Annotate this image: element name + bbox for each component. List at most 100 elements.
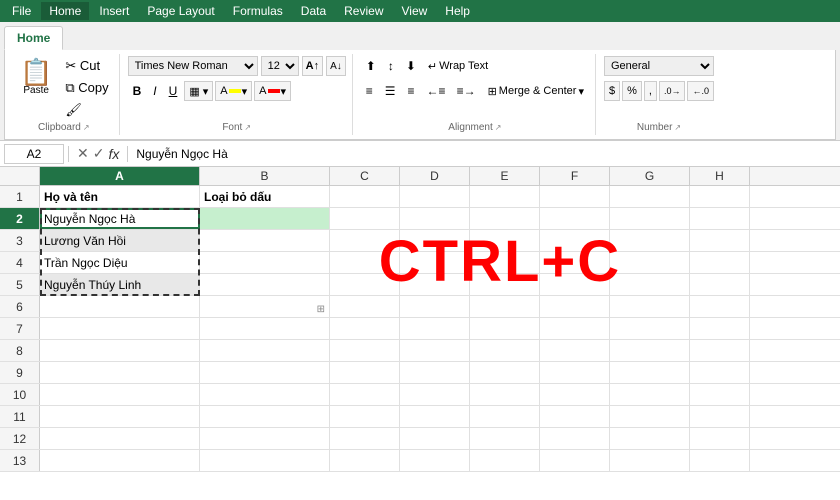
col-header-e[interactable]: E (470, 167, 540, 185)
font-expand-icon[interactable]: ↗ (244, 123, 251, 132)
row-header-6[interactable]: 6 (0, 296, 40, 317)
tab-home[interactable]: Home (4, 26, 63, 50)
underline-button[interactable]: U (164, 81, 183, 101)
cell-f10[interactable] (540, 384, 610, 405)
menu-help[interactable]: Help (437, 2, 478, 20)
col-header-b[interactable]: B (200, 167, 330, 185)
cell-c12[interactable] (330, 428, 400, 449)
cell-a4[interactable]: Trần Ngọc Diệu (40, 252, 200, 273)
cell-d7[interactable] (400, 318, 470, 339)
cell-a5[interactable]: Nguyễn Thúy Linh (40, 274, 200, 295)
cell-d2[interactable] (400, 208, 470, 229)
cell-g4[interactable] (610, 252, 690, 273)
cell-c7[interactable] (330, 318, 400, 339)
cell-c11[interactable] (330, 406, 400, 427)
cell-d12[interactable] (400, 428, 470, 449)
cell-h12[interactable] (690, 428, 750, 449)
cell-f4[interactable] (540, 252, 610, 273)
cell-c5[interactable] (330, 274, 400, 295)
font-size-select[interactable]: 12 (261, 56, 299, 76)
bold-button[interactable]: B (128, 81, 147, 101)
cell-b7[interactable] (200, 318, 330, 339)
cell-c3[interactable] (330, 230, 400, 251)
col-header-g[interactable]: G (610, 167, 690, 185)
row-header-1[interactable]: 1 (0, 186, 40, 207)
align-center-button[interactable]: ☰ (380, 81, 401, 101)
cell-e7[interactable] (470, 318, 540, 339)
cell-c9[interactable] (330, 362, 400, 383)
row-header-11[interactable]: 11 (0, 406, 40, 427)
cell-h3[interactable] (690, 230, 750, 251)
menu-review[interactable]: Review (336, 2, 391, 20)
cell-c4[interactable] (330, 252, 400, 273)
cell-d11[interactable] (400, 406, 470, 427)
cell-f1[interactable] (540, 186, 610, 207)
cell-c10[interactable] (330, 384, 400, 405)
cell-d5[interactable] (400, 274, 470, 295)
align-middle-button[interactable]: ↕ (383, 56, 399, 76)
menu-insert[interactable]: Insert (91, 2, 137, 20)
cell-a3[interactable]: Lương Văn Hồi (40, 230, 200, 251)
comma-button[interactable]: , (644, 81, 657, 101)
cell-b13[interactable] (200, 450, 330, 471)
formula-input[interactable] (132, 145, 836, 163)
cell-h7[interactable] (690, 318, 750, 339)
cell-d13[interactable] (400, 450, 470, 471)
row-header-5[interactable]: 5 (0, 274, 40, 295)
align-right-button[interactable]: ≡ (403, 81, 420, 101)
cell-b11[interactable] (200, 406, 330, 427)
row-header-4[interactable]: 4 (0, 252, 40, 273)
cell-h8[interactable] (690, 340, 750, 361)
cell-b9[interactable] (200, 362, 330, 383)
row-header-10[interactable]: 10 (0, 384, 40, 405)
align-top-button[interactable]: ⬆ (361, 56, 381, 76)
cell-h1[interactable] (690, 186, 750, 207)
cell-d4[interactable] (400, 252, 470, 273)
cell-d9[interactable] (400, 362, 470, 383)
row-header-8[interactable]: 8 (0, 340, 40, 361)
cell-a12[interactable] (40, 428, 200, 449)
cell-h5[interactable] (690, 274, 750, 295)
cell-f2[interactable] (540, 208, 610, 229)
row-header-2[interactable]: 2 (0, 208, 40, 229)
menu-data[interactable]: Data (293, 2, 334, 20)
cell-e12[interactable] (470, 428, 540, 449)
border-button[interactable]: ▦ ▾ (184, 81, 213, 101)
increase-indent-button[interactable]: ≡→ (452, 81, 481, 101)
dollar-button[interactable]: $ (604, 81, 620, 101)
cell-d3[interactable] (400, 230, 470, 251)
cell-b3[interactable] (200, 230, 330, 251)
decrease-font-size-button[interactable]: A↓ (326, 56, 346, 76)
row-header-13[interactable]: 13 (0, 450, 40, 471)
cell-a1[interactable]: Họ và tên (40, 186, 200, 207)
cell-e5[interactable] (470, 274, 540, 295)
cell-h2[interactable] (690, 208, 750, 229)
cell-d1[interactable] (400, 186, 470, 207)
cell-c13[interactable] (330, 450, 400, 471)
cell-g8[interactable] (610, 340, 690, 361)
cell-f9[interactable] (540, 362, 610, 383)
menu-view[interactable]: View (394, 2, 436, 20)
number-format-select[interactable]: General (604, 56, 714, 76)
row-header-3[interactable]: 3 (0, 230, 40, 251)
confirm-icon[interactable]: ✓ (93, 145, 105, 162)
increase-font-size-button[interactable]: A↑ (302, 56, 323, 76)
cell-d6[interactable] (400, 296, 470, 317)
cell-b1[interactable]: Loại bỏ dấu (200, 186, 330, 207)
clipboard-expand-icon[interactable]: ↗ (83, 123, 90, 132)
cell-e3[interactable] (470, 230, 540, 251)
cell-h6[interactable] (690, 296, 750, 317)
cell-reference-input[interactable] (4, 144, 64, 164)
cell-e11[interactable] (470, 406, 540, 427)
menu-formulas[interactable]: Formulas (225, 2, 291, 20)
cell-a13[interactable] (40, 450, 200, 471)
col-header-a[interactable]: A (40, 167, 200, 185)
col-header-c[interactable]: C (330, 167, 400, 185)
copy-button[interactable]: ⧉ Copy (61, 78, 112, 98)
cell-c2[interactable] (330, 208, 400, 229)
fill-color-button[interactable]: A ▾ (215, 81, 252, 101)
cell-b2[interactable] (200, 208, 330, 229)
align-left-button[interactable]: ≡ (361, 81, 378, 101)
cell-b8[interactable] (200, 340, 330, 361)
fx-icon[interactable]: fx (108, 146, 119, 162)
